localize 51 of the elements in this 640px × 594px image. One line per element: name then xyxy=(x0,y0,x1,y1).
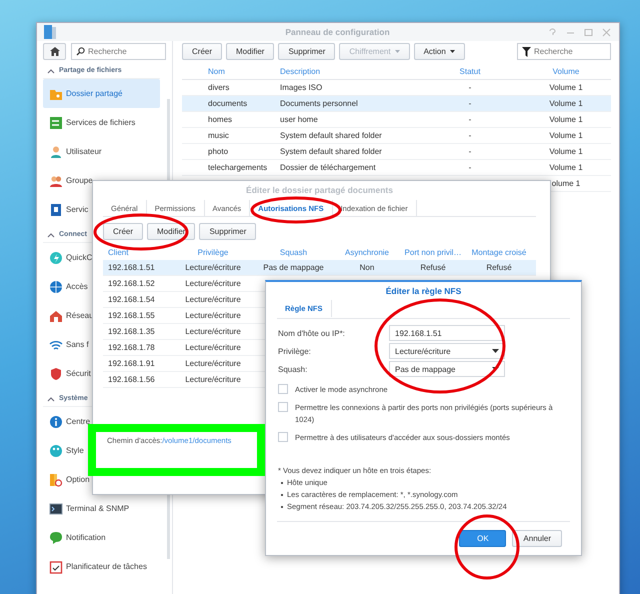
table-cell: divers xyxy=(208,83,230,92)
table-cell: System default shared folder xyxy=(280,147,382,156)
table-cell: 192.168.1.52 xyxy=(108,279,155,288)
table-cell: Lecture/écriture xyxy=(185,375,241,384)
field-label: Squash: xyxy=(278,364,308,374)
table-cell: Documents personnel xyxy=(280,99,358,108)
table-cell: olume 1 xyxy=(552,179,580,188)
table-cell: documents xyxy=(208,99,248,108)
table-cell: photo xyxy=(208,147,228,156)
table-cell: - xyxy=(468,99,472,108)
table-cell: user home xyxy=(280,115,318,124)
table-cell: - xyxy=(468,83,472,92)
field-label: Nom d'hôte ou IP*: xyxy=(278,328,346,338)
table-cell: 192.168.1.55 xyxy=(108,311,155,320)
table-cell: Lecture/écriture xyxy=(185,327,241,336)
table-cell: 192.168.1.35 xyxy=(108,327,155,336)
table-cell: Pas de mappage xyxy=(263,263,324,272)
table-cell: Lecture/écriture xyxy=(185,295,241,304)
field-label: Privilège: xyxy=(278,346,312,356)
window-title: Panneau de configuration xyxy=(284,27,391,37)
table-cell: Lecture/écriture xyxy=(185,279,241,288)
table-cell: Refusé xyxy=(420,263,446,272)
table-cell: 192.168.1.78 xyxy=(108,343,155,352)
table-cell: - xyxy=(468,115,472,124)
table-cell: Lecture/écriture xyxy=(185,359,241,368)
table-cell: 192.168.1.56 xyxy=(108,375,155,384)
table-cell: 192.168.1.54 xyxy=(108,295,155,304)
table-cell: homes xyxy=(208,115,232,124)
table-cell: Refusé xyxy=(486,263,512,272)
table-cell: Lecture/écriture xyxy=(185,263,241,272)
table-cell: - xyxy=(468,163,472,172)
table-cell: Dossier de téléchargement xyxy=(280,163,376,172)
table-cell: Images ISO xyxy=(280,83,322,92)
table-cell: Lecture/écriture xyxy=(185,343,241,352)
table-cell: Non xyxy=(360,263,374,272)
table-cell: Volume 1 xyxy=(549,83,583,92)
table-cell: Volume 1 xyxy=(549,131,583,140)
table-cell: 192.168.1.91 xyxy=(108,359,155,368)
table-cell: Volume 1 xyxy=(549,147,583,156)
table-cell: Volume 1 xyxy=(549,115,583,124)
table-cell: - xyxy=(468,131,472,140)
table-cell: Volume 1 xyxy=(549,99,583,108)
table-cell: 192.168.1.51 xyxy=(108,263,155,272)
dialog-title: Éditer le dossier partagé documents xyxy=(245,184,394,197)
table-cell: Lecture/écriture xyxy=(185,311,241,320)
dialog-title: Éditer la règle NFS xyxy=(384,285,462,298)
table-cell: Volume 1 xyxy=(549,163,583,172)
table-cell: music xyxy=(208,131,229,140)
table-cell: - xyxy=(468,147,472,156)
table-cell: telechargements xyxy=(208,163,268,172)
table-cell: System default shared folder xyxy=(280,131,382,140)
